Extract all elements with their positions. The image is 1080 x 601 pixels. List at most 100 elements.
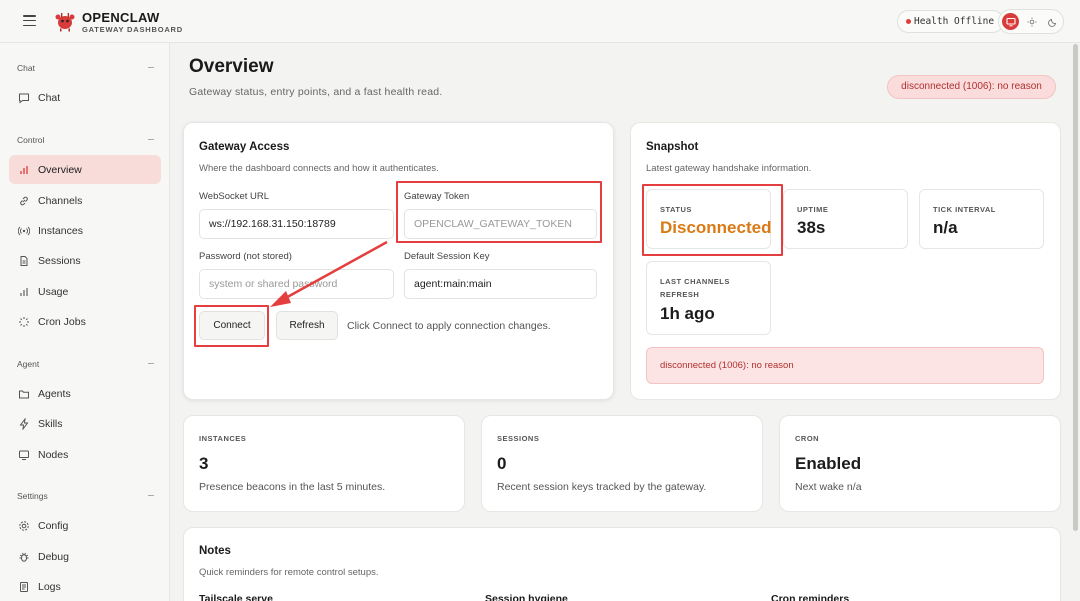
sidebar-section-settings[interactable]: Settings <box>17 491 48 501</box>
instances-card <box>183 415 465 512</box>
sessions-value: 0 <box>497 454 507 473</box>
sidebar-item-agents[interactable]: Agents <box>9 379 161 408</box>
document-icon <box>18 255 30 267</box>
gear-icon <box>18 520 30 532</box>
connect-button[interactable]: Connect <box>199 311 265 340</box>
moon-icon <box>1047 18 1056 27</box>
stat-value: n/a <box>933 218 958 237</box>
instances-label: INSTANCES <box>199 434 247 443</box>
top-bar: OPENCLAW GATEWAY DASHBOARD Health Offlin… <box>0 0 1080 43</box>
link-icon <box>18 195 30 207</box>
loader-icon <box>18 316 30 328</box>
sidebar-item-skills[interactable]: Skills <box>9 409 161 438</box>
sidebar-item-label: Instances <box>38 224 83 237</box>
instances-description: Presence beacons in the last 5 minutes. <box>199 481 386 493</box>
sidebar: Chat Chat Control Overview Channels Inst… <box>0 43 170 601</box>
uptime-stat: UPTIME 38s <box>783 189 908 249</box>
sun-icon <box>1027 17 1036 26</box>
notes-card <box>183 527 1061 601</box>
menu-icon[interactable] <box>23 15 36 26</box>
refresh-button[interactable]: Refresh <box>276 311 338 340</box>
snapshot-error-alert: disconnected (1006): no reason <box>646 347 1044 384</box>
scrollbar[interactable] <box>1073 44 1078 531</box>
brand-name: OPENCLAW <box>82 10 160 25</box>
gateway-token-label: Gateway Token <box>404 191 470 202</box>
lobster-logo-icon <box>55 13 75 32</box>
monitor-icon <box>1005 17 1016 26</box>
sidebar-section-chat[interactable]: Chat <box>17 63 35 73</box>
sidebar-item-instances[interactable]: Instances <box>9 216 161 245</box>
collapse-icon[interactable] <box>148 495 154 496</box>
sidebar-item-debug[interactable]: Debug <box>9 542 161 571</box>
sidebar-item-channels[interactable]: Channels <box>9 186 161 215</box>
bar-chart-icon <box>18 164 30 176</box>
collapse-icon[interactable] <box>148 67 154 68</box>
snapshot-title: Snapshot <box>646 141 699 153</box>
stat-value: 1h ago <box>660 304 715 323</box>
sidebar-item-logs[interactable]: Logs <box>9 572 161 601</box>
lightning-icon <box>18 417 30 430</box>
stat-label: TICK INTERVAL <box>933 205 996 214</box>
stat-value: 38s <box>797 218 826 237</box>
theme-system-button[interactable] <box>1002 13 1019 30</box>
sidebar-item-sessions[interactable]: Sessions <box>9 246 161 275</box>
stat-label: STATUS <box>660 205 692 214</box>
session-key-input[interactable]: agent:main:main <box>404 269 597 299</box>
sidebar-item-label: Chat <box>38 91 61 104</box>
health-status-badge: Health Offline <box>897 10 1005 33</box>
tick-interval-stat: TICK INTERVAL n/a <box>919 189 1044 249</box>
session-key-label: Default Session Key <box>404 251 490 262</box>
theme-switcher <box>998 9 1064 34</box>
last-refresh-stat: LAST CHANNELS REFRESH 1h ago <box>646 261 771 335</box>
sidebar-item-label: Channels <box>38 194 83 207</box>
cron-value: Enabled <box>795 454 862 473</box>
sidebar-item-label: Nodes <box>38 448 69 461</box>
note-heading: Session hygiene <box>485 593 568 601</box>
monitor-icon <box>18 449 30 461</box>
sessions-card <box>481 415 763 512</box>
sidebar-item-config[interactable]: Config <box>9 511 161 540</box>
sidebar-section-control[interactable]: Control <box>17 135 44 145</box>
sidebar-item-label: Agents <box>38 387 71 400</box>
gateway-access-title: Gateway Access <box>199 141 290 153</box>
sidebar-item-label: Logs <box>38 580 61 593</box>
sessions-description: Recent session keys tracked by the gatew… <box>497 481 707 493</box>
status-dot-icon <box>906 19 911 24</box>
sidebar-item-nodes[interactable]: Nodes <box>9 440 161 469</box>
sessions-label: SESSIONS <box>497 434 540 443</box>
page-title: Overview <box>189 56 274 77</box>
theme-dark-button[interactable] <box>1044 13 1061 30</box>
instances-value: 3 <box>199 454 209 473</box>
sidebar-item-label: Config <box>38 519 69 532</box>
collapse-icon[interactable] <box>148 363 154 364</box>
sidebar-item-overview[interactable]: Overview <box>9 155 161 184</box>
bar-chart-icon <box>18 286 30 298</box>
connect-hint: Click Connect to apply connection change… <box>347 320 551 332</box>
bug-icon <box>18 551 30 563</box>
sidebar-item-cron-jobs[interactable]: Cron Jobs <box>9 307 161 336</box>
radio-icon <box>18 225 30 237</box>
sidebar-item-usage[interactable]: Usage <box>9 277 161 306</box>
stat-label: LAST CHANNELS REFRESH <box>660 277 730 299</box>
theme-light-button[interactable] <box>1023 13 1040 30</box>
sidebar-section-agent[interactable]: Agent <box>17 359 39 369</box>
file-text-icon <box>18 581 30 593</box>
connection-error-badge: disconnected (1006): no reason <box>887 75 1056 99</box>
gateway-access-subtitle: Where the dashboard connects and how it … <box>199 163 439 174</box>
collapse-icon[interactable] <box>148 139 154 140</box>
stat-value: Disconnected <box>660 218 772 237</box>
cron-label: CRON <box>795 434 820 443</box>
password-input[interactable]: system or shared password <box>199 269 394 299</box>
notes-title: Notes <box>199 545 231 557</box>
brand-subtitle: GATEWAY DASHBOARD <box>82 25 183 34</box>
note-heading: Cron reminders <box>771 593 850 601</box>
websocket-url-label: WebSocket URL <box>199 191 270 202</box>
websocket-url-input[interactable]: ws://192.168.31.150:18789 <box>199 209 394 239</box>
gateway-token-input[interactable]: OPENCLAW_GATEWAY_TOKEN <box>404 209 597 239</box>
notes-subtitle: Quick reminders for remote control setup… <box>199 567 379 578</box>
sidebar-item-label: Skills <box>38 417 63 430</box>
sidebar-item-chat[interactable]: Chat <box>9 83 161 112</box>
folder-icon <box>18 388 30 400</box>
snapshot-subtitle: Latest gateway handshake information. <box>646 163 812 174</box>
sidebar-item-label: Sessions <box>38 254 81 267</box>
